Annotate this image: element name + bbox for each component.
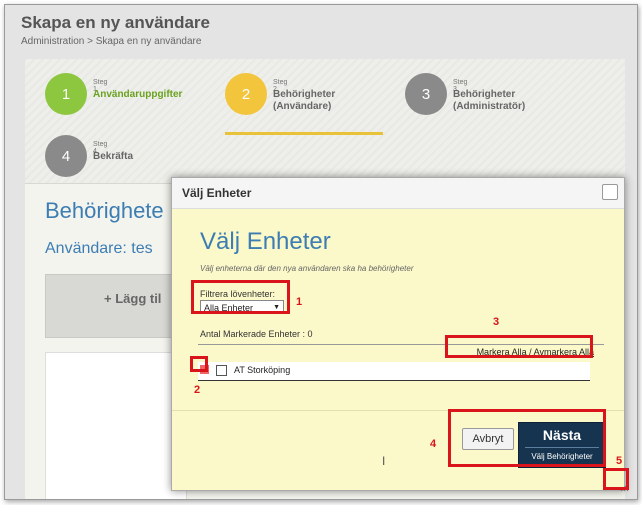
step-title: Användaruppgifter bbox=[93, 89, 183, 100]
units-list-area bbox=[45, 352, 187, 499]
active-step-indicator bbox=[225, 132, 383, 135]
add-unit-button[interactable]: + Lägg til bbox=[45, 274, 187, 338]
dialog-titlebar[interactable]: Välj Enheter bbox=[172, 178, 624, 209]
annotation-number-3: 3 bbox=[493, 316, 500, 328]
add-unit-label: + Lägg til bbox=[104, 291, 162, 306]
selected-count: Antal Markerade Enheter : 0 bbox=[200, 329, 313, 339]
unit-checkbox[interactable] bbox=[216, 365, 227, 376]
annotation-box-mark-all bbox=[445, 335, 593, 358]
dialog-title: Välj Enheter bbox=[182, 186, 252, 200]
annotation-number-1: 1 bbox=[296, 296, 303, 308]
annotation-box-resize bbox=[603, 468, 629, 490]
unit-label: AT Storköping bbox=[234, 365, 291, 375]
page-title: Skapa en ny användare bbox=[21, 13, 210, 32]
step-number-badge: 4 bbox=[45, 135, 87, 177]
unit-row: AT Storköping bbox=[198, 362, 590, 381]
annotation-number-4: 4 bbox=[430, 438, 437, 450]
step-title: Behörigheter (Administratör) bbox=[453, 89, 526, 112]
step-title: Bekräfta bbox=[93, 151, 134, 162]
step-title: Behörigheter (Användare) bbox=[273, 89, 336, 112]
step-number-badge: 1 bbox=[45, 73, 87, 115]
annotation-number-5: 5 bbox=[616, 455, 623, 467]
step-number-badge: 3 bbox=[405, 73, 447, 115]
annotation-box-filter bbox=[191, 280, 290, 314]
step-number-badge: 2 bbox=[225, 73, 267, 115]
annotation-box-expand bbox=[190, 356, 208, 372]
text-cursor-icon: I bbox=[382, 454, 386, 468]
close-icon[interactable] bbox=[602, 184, 618, 200]
annotation-number-2: 2 bbox=[194, 384, 201, 396]
user-label: Användare: tes bbox=[45, 240, 153, 257]
section-title: Behörighete bbox=[45, 198, 164, 223]
dialog-description: Välj enheterna där den nya användaren sk… bbox=[200, 264, 414, 273]
annotation-box-buttons bbox=[448, 409, 606, 467]
dialog-heading: Välj Enheter bbox=[200, 228, 331, 255]
breadcrumb[interactable]: Administration > Skapa en ny användare bbox=[21, 36, 201, 47]
